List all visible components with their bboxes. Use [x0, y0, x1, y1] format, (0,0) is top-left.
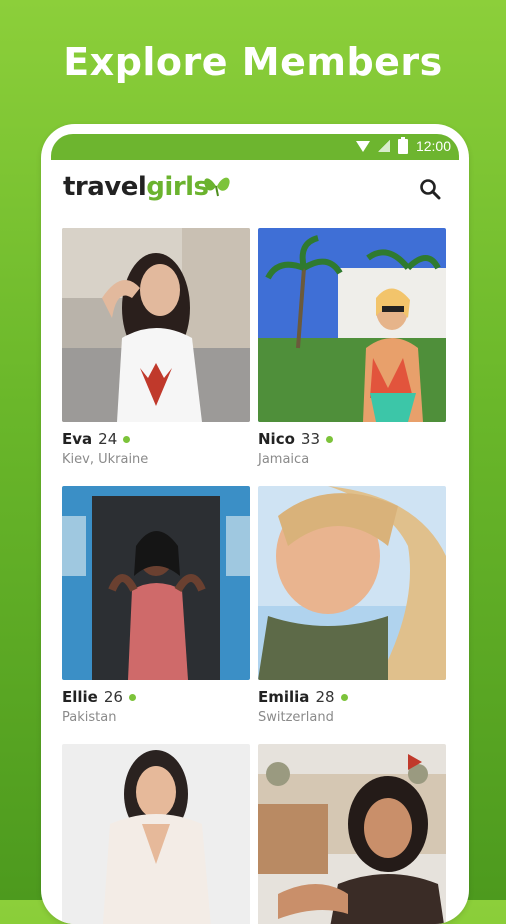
- member-card[interactable]: Ellie 26 Pakistan: [62, 486, 250, 725]
- signal-icon: [377, 140, 390, 152]
- member-age: 28: [315, 688, 335, 706]
- member-card[interactable]: [258, 744, 446, 924]
- battery-icon: [397, 136, 408, 154]
- online-indicator: [128, 693, 136, 701]
- online-indicator: [340, 693, 348, 701]
- member-card[interactable]: Eva 24 Kiev, Ukraine: [62, 228, 250, 467]
- online-indicator: [326, 435, 333, 443]
- status-time: 12:00: [415, 138, 451, 154]
- member-photo[interactable]: [62, 486, 250, 680]
- app-logo[interactable]: travelgirls: [63, 172, 209, 202]
- app-bar: travelgirls: [51, 160, 459, 216]
- member-card[interactable]: [62, 744, 250, 924]
- member-age: 26: [103, 688, 123, 706]
- butterfly-leaf-icon: [204, 177, 230, 197]
- search-icon[interactable]: [419, 178, 441, 200]
- logo-text-girls: girls: [146, 172, 209, 202]
- member-name: Nico: [258, 430, 295, 448]
- member-photo[interactable]: [258, 744, 446, 924]
- phone-frame: 12:00 travelgirls Eva 24 Kiev, Ukraine N…: [41, 124, 469, 924]
- online-indicator: [123, 435, 131, 443]
- wifi-icon: [355, 140, 370, 152]
- logo-text-travel: travel: [63, 172, 147, 202]
- member-age: 33: [300, 430, 320, 448]
- member-photo[interactable]: [258, 228, 446, 422]
- member-name: Eva: [62, 430, 93, 448]
- member-photo[interactable]: [62, 228, 250, 422]
- member-card[interactable]: Nico 33 Jamaica: [258, 228, 446, 467]
- status-bar: 12:00: [51, 134, 459, 160]
- member-location: Switzerland: [258, 710, 334, 725]
- member-location: Kiev, Ukraine: [62, 452, 149, 467]
- member-name: Ellie: [62, 688, 98, 706]
- member-name: Emilia: [258, 688, 310, 706]
- member-photo[interactable]: [62, 744, 250, 924]
- member-card[interactable]: Emilia 28 Switzerland: [258, 486, 446, 725]
- member-age: 24: [98, 430, 118, 448]
- member-location: Pakistan: [62, 710, 117, 725]
- member-location: Jamaica: [258, 452, 310, 467]
- page-headline: Explore Members: [63, 40, 443, 84]
- member-photo[interactable]: [258, 486, 446, 680]
